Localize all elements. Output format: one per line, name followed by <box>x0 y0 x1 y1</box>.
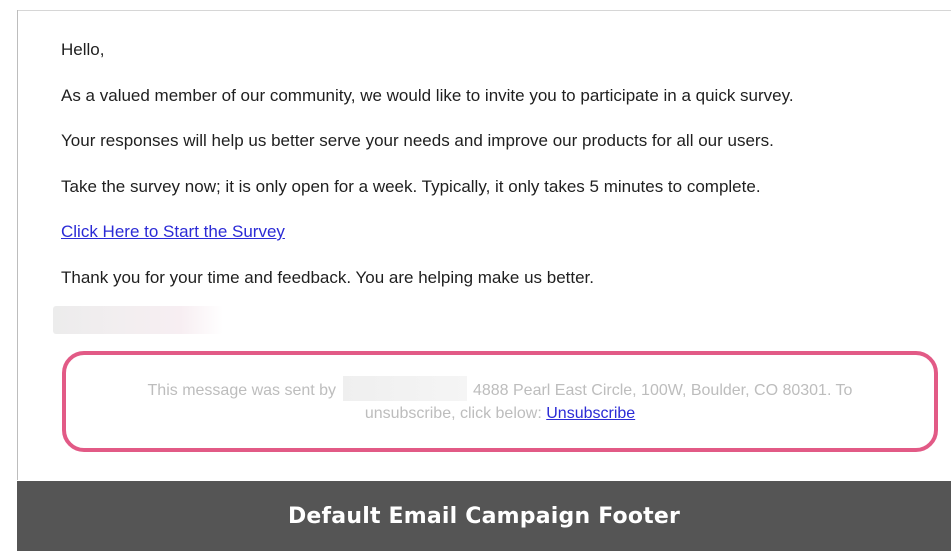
email-closing: Thank you for your time and feedback. Yo… <box>61 268 595 287</box>
caption-bar: Default Email Campaign Footer <box>17 481 951 551</box>
email-paragraph-responses: Your responses will help us better serve… <box>61 131 774 150</box>
redacted-company-name <box>342 376 467 401</box>
survey-link-row: Click Here to Start the Survey <box>61 221 285 243</box>
footer-line-2: unsubscribe, click below: Unsubscribe <box>62 402 938 425</box>
email-paragraph-timing: Take the survey now; it is only open for… <box>61 177 761 196</box>
unsubscribe-link[interactable]: Unsubscribe <box>546 405 635 422</box>
top-divider <box>17 10 951 11</box>
email-footer: This message was sent by 4888 Pearl East… <box>62 376 938 425</box>
footer-sent-by: This message was sent by <box>147 382 337 399</box>
redacted-signature <box>53 306 223 334</box>
email-paragraph-invite: As a valued member of our community, we … <box>61 86 794 105</box>
start-survey-link[interactable]: Click Here to Start the Survey <box>61 222 285 241</box>
footer-unsubscribe-text: unsubscribe, click below: <box>364 405 542 422</box>
email-greeting: Hello, <box>61 40 105 59</box>
screenshot-frame: Hello, As a valued member of our communi… <box>0 0 951 551</box>
footer-line-1: This message was sent by 4888 Pearl East… <box>62 376 938 402</box>
footer-address: 4888 Pearl East Circle, 100W, Boulder, C… <box>472 382 853 399</box>
caption-title: Default Email Campaign Footer <box>287 503 681 529</box>
left-divider <box>17 10 18 480</box>
